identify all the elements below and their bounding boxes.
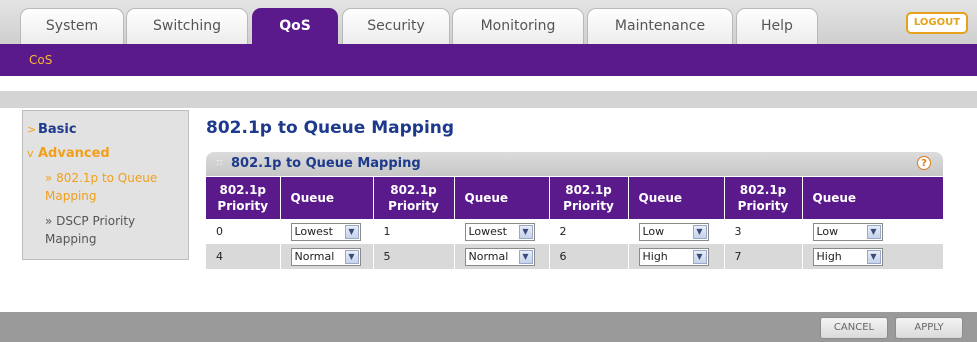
column-header-priority: 802.1p Priority [206, 177, 281, 219]
column-header-queue: Queue [802, 177, 944, 219]
queue-select-value: High [642, 249, 668, 263]
chevron-down-icon[interactable]: ▼ [518, 224, 533, 239]
queue-select-value: Normal [294, 249, 335, 263]
cancel-button[interactable]: CANCEL [820, 317, 888, 339]
priority-cell: 6 [549, 244, 629, 269]
priority-cell: 4 [206, 244, 281, 269]
priority-cell: 3 [724, 219, 803, 244]
queue-cell: High ▼ [628, 244, 725, 269]
column-header-priority: 802.1p Priority [549, 177, 629, 219]
chevron-right-icon: > [27, 123, 37, 136]
mapping-panel: :: 802.1p to Queue Mapping ? 802.1p Prio… [206, 152, 944, 284]
priority-cell: 0 [206, 219, 281, 244]
top-navigation-bar: System Switching QoS Security Monitoring… [0, 0, 977, 44]
table-header-row: 802.1p Priority Queue 802.1p Priority Qu… [206, 177, 944, 219]
apply-button[interactable]: APPLY [895, 317, 963, 339]
queue-select-value: High [816, 249, 842, 263]
sidebar-item-802-1p-to-queue-line2[interactable]: Mapping [45, 189, 97, 203]
help-icon[interactable]: ? [917, 156, 931, 170]
queue-select-value: Normal [468, 249, 509, 263]
chevron-down-icon: v [27, 147, 34, 160]
queue-cell: High ▼ [802, 244, 944, 269]
chevron-down-icon[interactable]: ▼ [866, 249, 881, 264]
table-row: 0 Lowest ▼ 1 Lowest ▼ 2 Low ▼ 3 Low ▼ [206, 219, 944, 244]
panel-header: :: 802.1p to Queue Mapping ? [206, 152, 943, 176]
queue-select[interactable]: Lowest ▼ [290, 222, 361, 241]
sidebar-item-802-1p-to-queue[interactable]: » 802.1p to Queue [45, 171, 157, 185]
queue-select-value: Lowest [468, 224, 507, 238]
queue-cell: Normal ▼ [280, 244, 374, 269]
tab-maintenance[interactable]: Maintenance [587, 8, 733, 44]
sub-navigation: CoS [0, 44, 977, 76]
priority-cell: 5 [373, 244, 455, 269]
priority-cell: 2 [549, 219, 629, 244]
sidebar-item-dscp-priority[interactable]: » DSCP Priority [45, 214, 135, 228]
queue-select-value: Lowest [294, 224, 333, 238]
grip-icon: :: [216, 157, 223, 168]
queue-select[interactable]: Normal ▼ [290, 247, 361, 266]
chevron-down-icon[interactable]: ▼ [518, 249, 533, 264]
tab-qos[interactable]: QoS [252, 8, 338, 44]
sidebar-item-basic[interactable]: Basic [38, 122, 77, 137]
chevron-down-icon[interactable]: ▼ [866, 224, 881, 239]
chevron-down-icon[interactable]: ▼ [692, 249, 707, 264]
footer-bar: CANCEL APPLY [0, 312, 977, 342]
queue-select[interactable]: Normal ▼ [464, 247, 535, 266]
side-menu: > Basic v Advanced » 802.1p to Queue Map… [22, 110, 189, 260]
panel-title: 802.1p to Queue Mapping [231, 156, 421, 171]
column-header-priority: 802.1p Priority [724, 177, 803, 219]
sidebar-item-dscp-priority-line2[interactable]: Mapping [45, 232, 97, 246]
tab-help[interactable]: Help [736, 8, 818, 44]
mapping-table: 802.1p Priority Queue 802.1p Priority Qu… [206, 177, 944, 269]
subnav-item-cos[interactable]: CoS [29, 53, 52, 67]
queue-select[interactable]: Low ▼ [638, 222, 709, 241]
queue-select[interactable]: Lowest ▼ [464, 222, 535, 241]
queue-cell: Normal ▼ [454, 244, 550, 269]
tab-switching[interactable]: Switching [126, 8, 248, 44]
table-row: 4 Normal ▼ 5 Normal ▼ 6 High ▼ 7 High ▼ [206, 244, 944, 269]
logout-button[interactable]: LOGOUT [906, 12, 968, 34]
content-strip [0, 91, 977, 108]
queue-select-value: Low [642, 224, 665, 238]
queue-select-value: Low [816, 224, 839, 238]
sidebar-item-advanced[interactable]: Advanced [38, 146, 110, 161]
chevron-down-icon[interactable]: ▼ [344, 224, 359, 239]
page-title: 802.1p to Queue Mapping [206, 118, 455, 138]
queue-cell: Low ▼ [802, 219, 944, 244]
queue-select[interactable]: Low ▼ [812, 222, 883, 241]
queue-cell: Lowest ▼ [454, 219, 550, 244]
tab-monitoring[interactable]: Monitoring [452, 8, 584, 44]
queue-select[interactable]: High ▼ [638, 247, 709, 266]
queue-cell: Lowest ▼ [280, 219, 374, 244]
queue-select[interactable]: High ▼ [812, 247, 883, 266]
column-header-queue: Queue [628, 177, 725, 219]
priority-cell: 1 [373, 219, 455, 244]
tab-system[interactable]: System [20, 8, 124, 44]
chevron-down-icon[interactable]: ▼ [344, 249, 359, 264]
column-header-priority: 802.1p Priority [373, 177, 455, 219]
queue-cell: Low ▼ [628, 219, 725, 244]
column-header-queue: Queue [280, 177, 374, 219]
chevron-down-icon[interactable]: ▼ [692, 224, 707, 239]
tab-security[interactable]: Security [342, 8, 450, 44]
priority-cell: 7 [724, 244, 803, 269]
column-header-queue: Queue [454, 177, 550, 219]
